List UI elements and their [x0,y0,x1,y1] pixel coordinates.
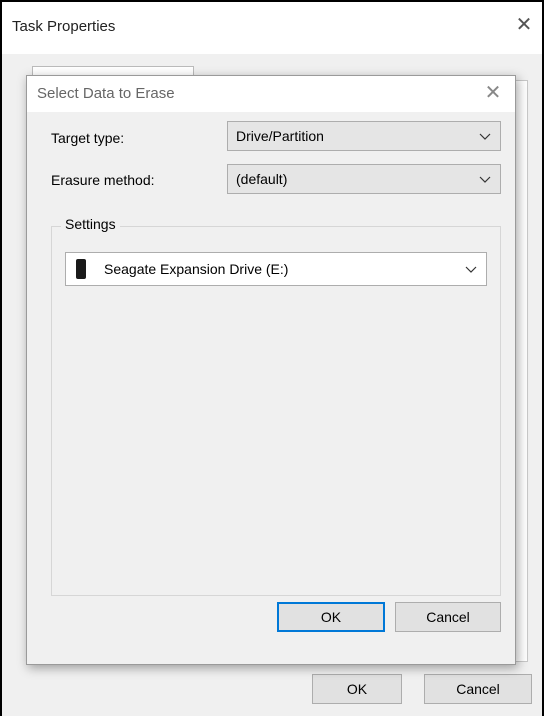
title-bar: Task Properties ✕ [2,2,542,54]
settings-label: Settings [61,216,120,232]
target-type-value: Drive/Partition [236,128,324,144]
erasure-method-value: (default) [236,171,288,187]
drive-select[interactable]: Seagate Expansion Drive (E:) [65,252,487,286]
chevron-down-icon [465,266,477,273]
target-type-select[interactable]: Drive/Partition [227,121,501,151]
erasure-method-label: Erasure method: [51,172,155,188]
ok-button[interactable]: OK [277,602,385,632]
select-data-dialog: Select Data to Erase ✕ Target type: Driv… [26,75,516,665]
erasure-method-select[interactable]: (default) [227,164,501,194]
window-title: Task Properties [12,18,116,35]
cancel-button[interactable]: Cancel [395,602,501,632]
dialog-title: Select Data to Erase [37,85,175,102]
ok-button[interactable]: OK [312,674,402,704]
chevron-down-icon [479,176,491,183]
chevron-down-icon [479,133,491,140]
close-icon[interactable]: ✕ [514,15,534,35]
target-type-label: Target type: [51,130,125,146]
close-icon[interactable]: ✕ [483,83,503,103]
cancel-button[interactable]: Cancel [424,674,532,704]
dialog-title-bar: Select Data to Erase ✕ [27,76,515,112]
drive-value: Seagate Expansion Drive (E:) [104,261,289,277]
drive-icon [76,259,86,279]
